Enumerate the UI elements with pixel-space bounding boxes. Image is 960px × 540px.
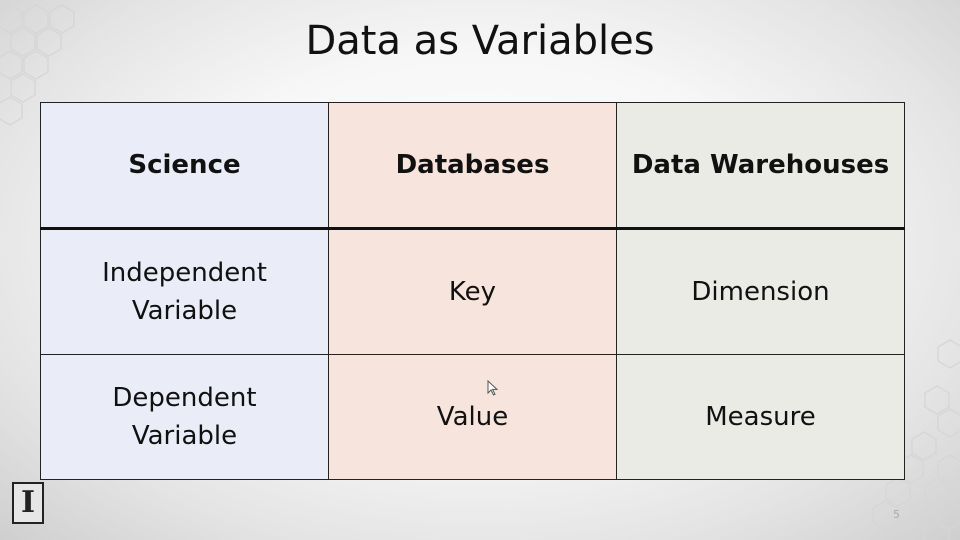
- comparison-table: Science Databases Data Warehouses Indepe…: [40, 102, 905, 480]
- table-row: Independent Variable Key Dimension: [40, 228, 905, 355]
- cell-independent-variable: Independent Variable: [40, 228, 329, 355]
- table-header-row: Science Databases Data Warehouses: [40, 102, 905, 230]
- slide-page-number: 5: [893, 508, 900, 521]
- mouse-pointer-icon: [487, 380, 499, 396]
- cell-measure: Measure: [616, 354, 905, 480]
- illinois-block-i-icon: I: [20, 485, 36, 520]
- header-data-warehouses: Data Warehouses: [616, 102, 905, 230]
- header-science: Science: [40, 102, 329, 230]
- cell-dimension: Dimension: [616, 228, 905, 355]
- table-row: Dependent Variable Value Measure: [40, 354, 905, 480]
- header-databases: Databases: [328, 102, 617, 230]
- slide-title: Data as Variables: [305, 18, 655, 64]
- cell-value: Value: [328, 354, 617, 480]
- cell-dependent-variable: Dependent Variable: [40, 354, 329, 480]
- cell-key: Key: [328, 228, 617, 355]
- illinois-logo: I: [12, 482, 44, 524]
